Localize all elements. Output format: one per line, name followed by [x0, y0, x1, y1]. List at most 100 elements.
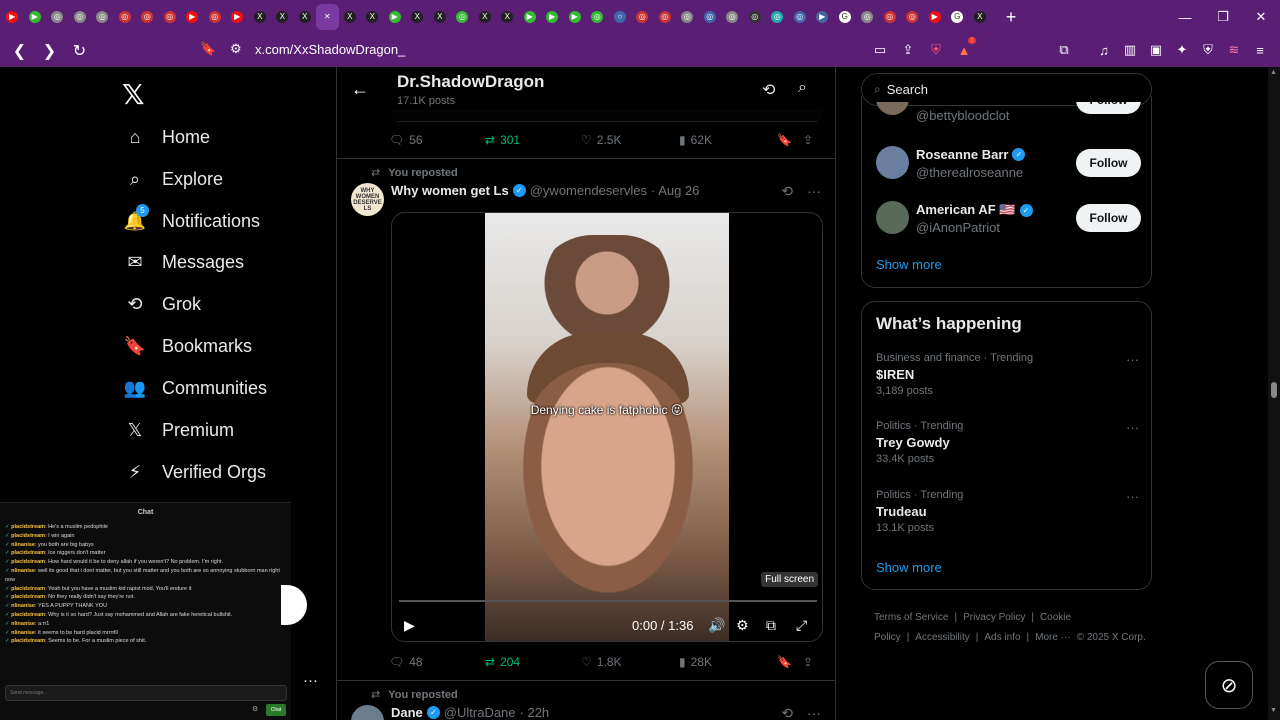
trend-item[interactable]: Politics · Trending Trudeau 13.1K posts ···	[876, 489, 1141, 534]
share-icon[interactable]: ⇪	[898, 39, 918, 61]
browser-tab[interactable]: X	[339, 4, 362, 30]
browser-tab[interactable]: X	[249, 4, 272, 30]
chat-username[interactable]: placidstream	[11, 550, 45, 556]
more-icon[interactable]: ···	[1126, 420, 1139, 435]
avatar[interactable]	[351, 705, 384, 720]
close-window-button[interactable]: ✕	[1242, 0, 1280, 34]
restore-button[interactable]: ❐	[1204, 0, 1242, 34]
music-icon[interactable]: ♫	[1094, 39, 1114, 61]
more-icon[interactable]: ···	[807, 705, 821, 720]
browser-tab[interactable]: G	[946, 4, 969, 30]
repost-button[interactable]: ⇄ 301	[485, 133, 581, 147]
follow-suggestion[interactable]: American AF 🇺🇸 ✓ @iAnonPatriot Follow	[876, 198, 1141, 238]
nav-item-messages[interactable]: ✉ Messages	[122, 245, 244, 279]
back-arrow-icon[interactable]: ←	[351, 79, 369, 100]
reload-button[interactable]: ↻	[67, 38, 92, 63]
browser-tab[interactable]: ✕	[316, 4, 339, 30]
sidebar-icon[interactable]: ▥	[1120, 39, 1140, 61]
x-logo-icon[interactable]: 𝕏	[122, 78, 145, 111]
share-button[interactable]: ⇪	[803, 133, 813, 147]
follow-button[interactable]: Follow	[1076, 204, 1141, 232]
scroll-down-icon[interactable]: ▼	[1270, 707, 1277, 714]
wallet-icon[interactable]: ▣	[1146, 39, 1166, 61]
brave-rewards-icon[interactable]: ▲ 1	[954, 37, 976, 61]
nav-item-communities[interactable]: 👥 Communities	[122, 371, 267, 405]
vpn-icon[interactable]: ⛨	[1198, 39, 1218, 61]
chat-username[interactable]: placidstream	[11, 533, 45, 539]
account-more-icon[interactable]: ···	[303, 672, 318, 689]
browser-tab[interactable]: ◎	[901, 4, 924, 30]
chat-username[interactable]: placidstream	[11, 594, 45, 600]
grok-fab-button[interactable]: ⊘	[1205, 661, 1253, 709]
browser-tab[interactable]: X	[496, 4, 519, 30]
show-more-link[interactable]: Show more	[876, 257, 942, 272]
play-icon[interactable]: ▶	[404, 617, 415, 634]
footer-link[interactable]: Terms of Service	[874, 612, 948, 623]
like-button[interactable]: ♡ 1.8K	[581, 655, 679, 669]
trend-item[interactable]: Politics · Trending Trey Gowdy 33.4K posts…	[876, 420, 1141, 465]
page-scrollbar[interactable]: ▲ ▼	[1268, 67, 1280, 720]
browser-tab[interactable]: X	[429, 4, 452, 30]
browser-tab[interactable]: ▶	[924, 4, 947, 30]
menu-icon[interactable]: ≡	[1250, 39, 1270, 61]
browser-tab[interactable]: ▶	[24, 4, 47, 30]
browser-tab[interactable]: ◎	[159, 4, 182, 30]
footer-link[interactable]: Privacy Policy	[963, 612, 1025, 623]
repost-button[interactable]: ⇄ 204	[485, 655, 581, 669]
browser-tab[interactable]: X	[474, 4, 497, 30]
browser-tab[interactable]: X	[271, 4, 294, 30]
browser-tab[interactable]: ◎	[586, 4, 609, 30]
browser-tab[interactable]: ▶	[541, 4, 564, 30]
nav-item-notifications[interactable]: 🔔 5 Notifications	[122, 204, 260, 238]
screenshot-icon[interactable]: ⧉	[1054, 39, 1074, 61]
scrollbar-thumb[interactable]	[1271, 382, 1277, 398]
browser-tab[interactable]: X	[969, 4, 992, 30]
reply-button[interactable]: 🗨 48	[389, 655, 485, 669]
reply-button[interactable]: 🗨 56	[389, 133, 485, 147]
author-name[interactable]: Why women get Ls	[391, 183, 509, 198]
back-button[interactable]: ❮	[7, 38, 32, 63]
cast-icon[interactable]: ▭	[870, 39, 890, 61]
browser-tab[interactable]: ◎	[744, 4, 767, 30]
like-button[interactable]: ♡ 2.5K	[581, 133, 679, 147]
browser-tab[interactable]: ▶	[564, 4, 587, 30]
browser-tab[interactable]: G	[834, 4, 857, 30]
browser-tab[interactable]: ◎	[676, 4, 699, 30]
browser-tab[interactable]: ◎	[699, 4, 722, 30]
bookmark-page-icon[interactable]: 🔖	[200, 41, 216, 57]
browser-tab[interactable]: ▶	[1, 4, 24, 30]
browser-tab[interactable]: ◎	[654, 4, 677, 30]
nav-item-explore[interactable]: ⌕ Explore	[122, 162, 223, 196]
chat-username[interactable]: nlinanise	[11, 603, 35, 609]
author-handle[interactable]: @UltraDane	[444, 705, 516, 720]
volume-icon[interactable]: 🔊	[708, 617, 725, 634]
browser-tab[interactable]: ◎	[114, 4, 137, 30]
chat-username[interactable]: placidstream	[11, 612, 45, 618]
browser-tab[interactable]: ◎	[69, 4, 92, 30]
trend-item[interactable]: Business and finance · Trending $IREN 3,18…	[876, 352, 1141, 397]
site-settings-icon[interactable]: ⚙	[230, 41, 242, 57]
trends-show-more-link[interactable]: Show more	[876, 560, 942, 575]
footer-link[interactable]: More ···	[1035, 632, 1071, 643]
browser-tab[interactable]: ▶	[519, 4, 542, 30]
nav-item-home[interactable]: ⌂ Home	[122, 120, 210, 154]
author-handle[interactable]: @ywomendeservles	[530, 183, 647, 198]
follow-button[interactable]: Follow	[1076, 102, 1141, 114]
settings-icon[interactable]: ⚙	[736, 617, 749, 634]
video-player[interactable]: Denying cake is fatphobic 😝 Full screen …	[391, 212, 823, 642]
browser-tab[interactable]: ◎	[631, 4, 654, 30]
chat-username[interactable]: nlinanise	[11, 568, 35, 574]
views-button[interactable]: ▮ 62K	[679, 133, 777, 147]
chat-username[interactable]: nlinanise	[11, 542, 35, 548]
address-input[interactable]: x.com/XxShadowDragon_	[255, 42, 405, 57]
minimize-button[interactable]: —	[1166, 0, 1204, 34]
chat-username[interactable]: nlinanise	[11, 630, 35, 636]
video-frame[interactable]: Denying cake is fatphobic 😝	[485, 213, 729, 641]
browser-tab[interactable]: ◎	[721, 4, 744, 30]
browser-tab[interactable]: ◎	[91, 4, 114, 30]
more-icon[interactable]: ···	[1126, 489, 1139, 504]
views-button[interactable]: ▮ 28K	[679, 655, 777, 669]
chat-message-input[interactable]: Send message...	[5, 685, 287, 701]
nav-item-bookmarks[interactable]: 🔖 Bookmarks	[122, 329, 252, 363]
nav-item-grok[interactable]: ⟲ Grok	[122, 287, 201, 321]
